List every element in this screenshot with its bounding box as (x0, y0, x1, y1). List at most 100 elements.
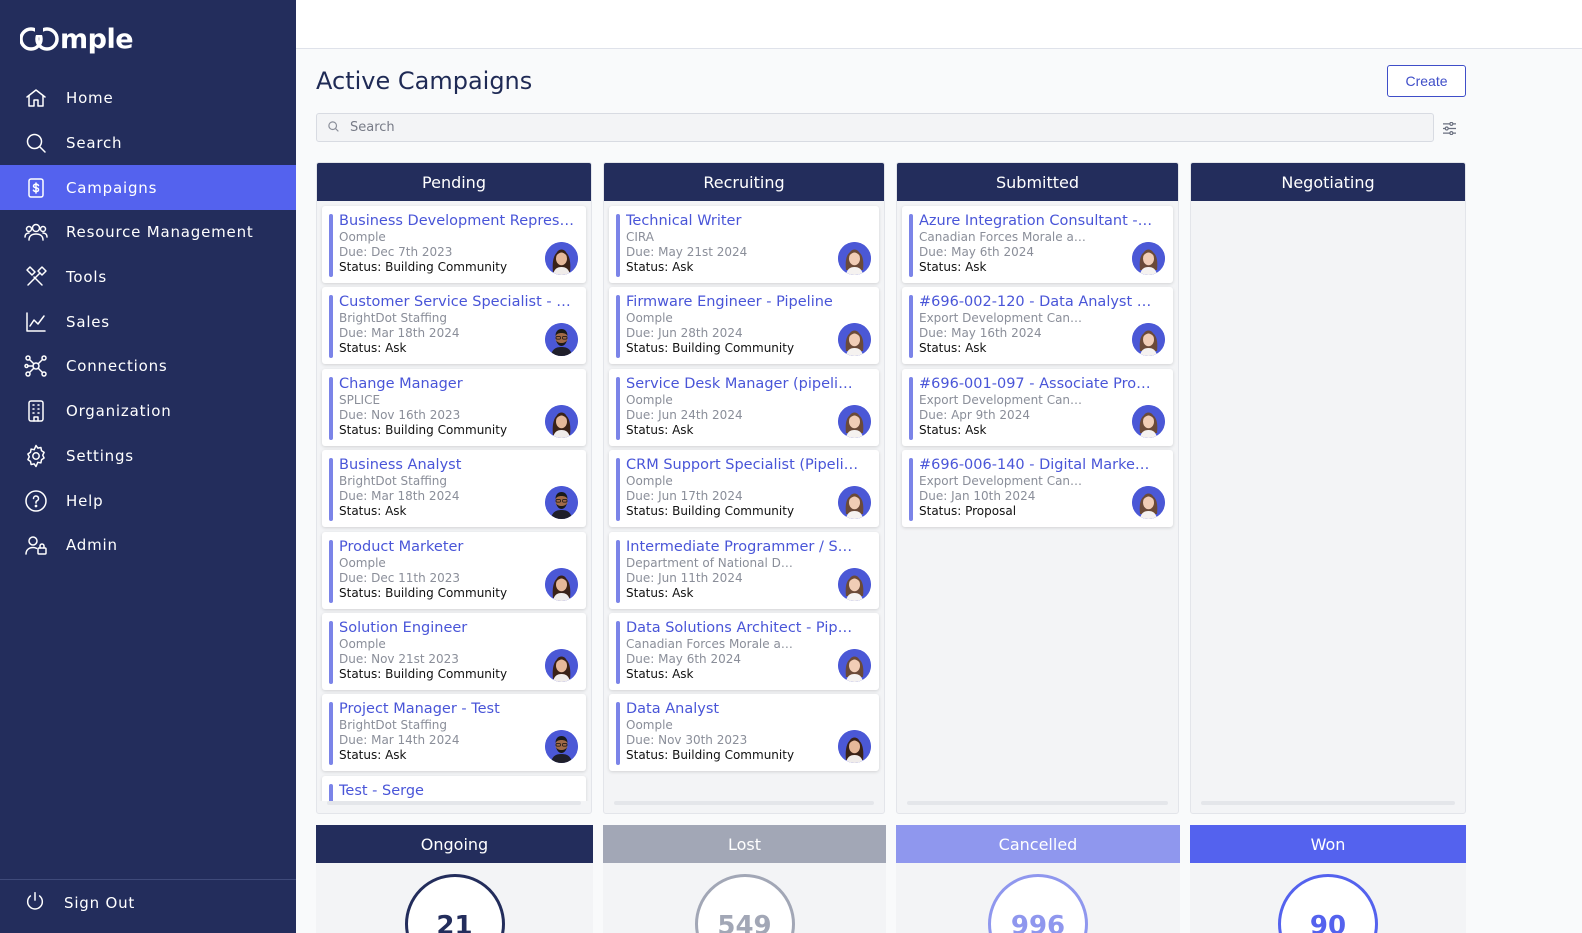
card-title[interactable]: #696-001-097 - Associate Programmer (919, 375, 1154, 393)
campaign-card[interactable]: Firmware Engineer - Pipeline Oomple Due: J… (609, 287, 879, 365)
card-due-date: Due: Nov 21st 2023 (339, 651, 459, 666)
card-title[interactable]: Change Manager (339, 375, 574, 393)
card-title[interactable]: Intermediate Programmer / Software Devel… (626, 538, 861, 556)
sidebar-item-settings[interactable]: Settings (0, 434, 296, 479)
card-title[interactable]: Solution Engineer (339, 619, 574, 637)
sidebar-item-search[interactable]: Search (0, 121, 296, 166)
search-icon (327, 118, 340, 137)
column-pending: Pending Business Development Representati… (316, 162, 592, 814)
sidebar-item-tools[interactable]: Tools (0, 255, 296, 300)
campaign-card[interactable]: #696-002-120 - Data Analyst ServicesExpo… (902, 287, 1173, 365)
campaign-card[interactable]: Intermediate Programmer / Software Devel… (609, 531, 879, 609)
campaign-card[interactable]: Data Analyst Oomple Due: Nov 30th 2023 Stat… (609, 694, 879, 772)
card-accent-bar (616, 376, 620, 440)
sidebar-item-label: Organization (66, 402, 172, 421)
horizontal-scrollbar[interactable] (327, 801, 581, 805)
sidebar-item-help[interactable]: Help (0, 478, 296, 523)
campaign-card[interactable]: Project Manager - Test BrightDot Staffing… (322, 694, 586, 772)
avatar[interactable] (838, 486, 871, 520)
avatar[interactable] (838, 242, 871, 275)
sidebar-item-home[interactable]: Home (0, 76, 296, 121)
card-title[interactable]: Firmware Engineer - Pipeline (626, 293, 861, 311)
campaign-card[interactable]: #696-001-097 - Associate ProgrammerExpor… (902, 368, 1173, 446)
summary-lost[interactable]: Lost 549 (603, 825, 886, 933)
create-button[interactable]: Create (1387, 65, 1466, 97)
avatar[interactable] (1132, 242, 1165, 275)
card-title[interactable]: Test - Serge (339, 782, 574, 800)
card-accent-bar (909, 376, 913, 440)
card-title[interactable]: Technical Writer (626, 212, 861, 230)
card-title[interactable]: Business Analyst (339, 456, 574, 474)
sidebar-item-label: Admin (66, 536, 118, 555)
sidebar-item-resource-management[interactable]: Resource Management (0, 210, 296, 255)
card-title[interactable]: Data Analyst (626, 700, 861, 718)
sidebar-item-label: Search (66, 134, 123, 153)
column-body: Azure Integration Consultant - PipelineC… (897, 201, 1178, 801)
card-status: Status: Ask (919, 422, 987, 437)
card-title[interactable]: #696-002-120 - Data Analyst Services (919, 293, 1154, 311)
sidebar-item-campaigns[interactable]: Campaigns (0, 165, 296, 211)
card-title[interactable]: Service Desk Manager (pipeline) (626, 375, 861, 393)
sidebar-item-organization[interactable]: Organization (0, 389, 296, 434)
avatar[interactable] (545, 404, 578, 438)
card-status: Status: Ask (919, 260, 987, 274)
card-status: Status: Ask (626, 422, 694, 437)
building-icon (24, 399, 48, 423)
campaign-card[interactable]: Business Development RepresentativeOompl… (322, 206, 586, 283)
sign-out-button[interactable]: Sign Out (0, 879, 296, 925)
card-company: SPLICE (339, 392, 381, 407)
horizontal-scrollbar[interactable] (1201, 801, 1455, 805)
campaign-card[interactable]: Change Manager SPLICE Due: Nov 16th 2023 St… (322, 368, 586, 446)
campaign-card[interactable]: Solution Engineer Oomple Due: Nov 21st 202… (322, 612, 586, 690)
oomple-logo[interactable]: mple (19, 20, 134, 58)
card-title[interactable]: Project Manager - Test (339, 700, 574, 718)
sidebar-item-connections[interactable]: Connections (0, 344, 296, 389)
avatar[interactable] (838, 567, 871, 601)
card-title[interactable]: Product Marketer (339, 538, 574, 556)
page-title: Active Campaigns (316, 67, 533, 95)
campaign-card[interactable]: Data Solutions Architect - Pipeline Canad… (609, 612, 879, 690)
card-company: Export Development Canada (919, 392, 1089, 407)
campaign-card[interactable]: Azure Integration Consultant - PipelineC… (902, 206, 1173, 283)
summary-ongoing[interactable]: Ongoing 21 (316, 825, 593, 933)
campaign-card[interactable]: #696-006-140 - Digital Marketing Special… (902, 450, 1173, 528)
card-title[interactable]: Azure Integration Consultant - Pipeline (919, 212, 1154, 230)
campaign-card[interactable]: CRM Support Specialist (Pipeline) Oomple D… (609, 450, 879, 528)
horizontal-scrollbar[interactable] (614, 801, 874, 805)
card-title[interactable]: Business Development Representative (339, 212, 574, 230)
sidebar-item-label: Sales (66, 312, 110, 331)
card-title[interactable]: #696-006-140 - Digital Marketing Special… (919, 456, 1154, 474)
avatar[interactable] (838, 404, 871, 438)
campaign-card[interactable]: Product Marketer Oomple Due: Dec 11th 2023… (322, 531, 586, 609)
avatar[interactable] (545, 486, 578, 520)
sidebar-item-admin[interactable]: Admin (0, 523, 296, 568)
avatar[interactable] (545, 567, 578, 601)
campaign-card[interactable]: Service Desk Manager (pipeline) Oomple Due… (609, 368, 879, 446)
avatar[interactable] (1132, 404, 1165, 438)
summary-won[interactable]: Won 90 (1190, 825, 1466, 933)
card-status: Status: Building Community (626, 748, 795, 763)
admin-icon (24, 533, 48, 557)
card-title[interactable]: Customer Service Specialist - Pipeline (339, 293, 574, 311)
card-company: CIRA (626, 230, 654, 244)
help-icon (24, 489, 48, 513)
card-accent-bar (616, 539, 620, 603)
campaign-card[interactable]: Business Analyst BrightDot Staffing Due: M… (322, 450, 586, 528)
card-title[interactable]: Data Solutions Architect - Pipeline (626, 619, 861, 637)
card-title[interactable]: CRM Support Specialist (Pipeline) (626, 456, 861, 474)
filter-settings-icon[interactable] (1440, 119, 1458, 137)
avatar[interactable] (545, 648, 578, 682)
summary-cancelled[interactable]: Cancelled 996 (896, 825, 1180, 933)
campaign-card[interactable]: Technical Writer CIRA Due: May 21st 2024 St… (609, 206, 879, 283)
campaign-card[interactable]: Test - Serge (322, 775, 586, 801)
card-due-date: Due: May 21st 2024 (626, 245, 748, 259)
sidebar-item-sales[interactable]: Sales (0, 299, 296, 344)
card-status: Status: Ask (339, 341, 407, 356)
avatar[interactable] (838, 648, 871, 682)
campaign-card[interactable]: Customer Service Specialist - PipelineBr… (322, 287, 586, 365)
horizontal-scrollbar[interactable] (907, 801, 1168, 805)
avatar[interactable] (1132, 486, 1165, 520)
search-input[interactable] (350, 120, 1350, 135)
avatar[interactable] (545, 242, 578, 275)
card-due-date: Due: Mar 18th 2024 (339, 326, 460, 341)
